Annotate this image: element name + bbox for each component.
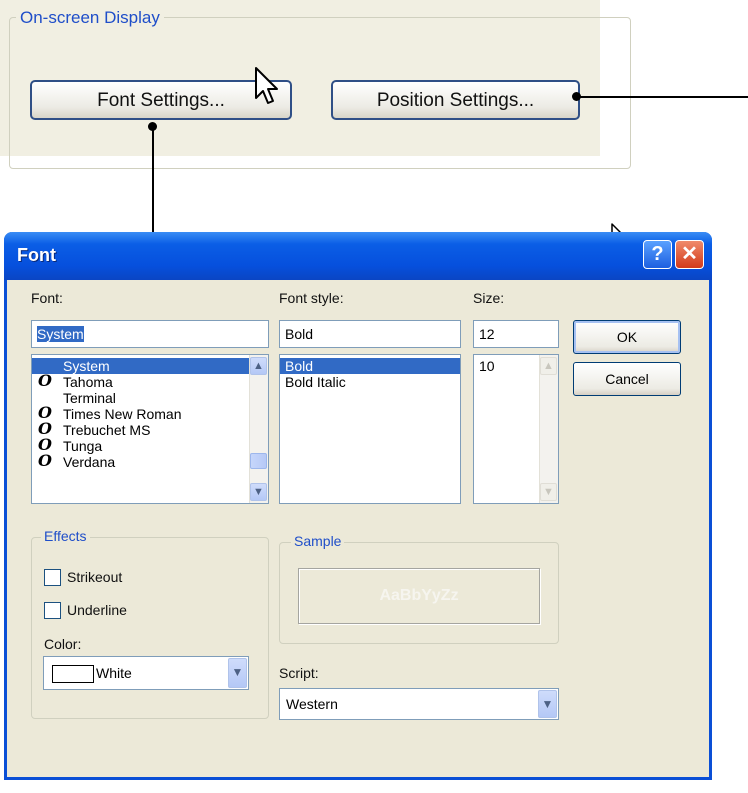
font-list-item[interactable]: O Tunga (32, 437, 268, 455)
font-list-item-label: Trebuchet MS (63, 422, 151, 438)
font-list-item[interactable]: System (32, 358, 268, 374)
underline-checkbox[interactable] (44, 602, 61, 619)
color-label: Color: (44, 636, 82, 652)
font-list-item-label: System (63, 358, 110, 374)
font-dialog: Font ? ✕ Font: System System O Tahoma Termi… (4, 232, 712, 780)
strikeout-label[interactable]: Strikeout (67, 569, 122, 585)
scroll-down-arrow[interactable]: ▼ (250, 483, 267, 501)
sample-preview: AaBbYyZz (298, 568, 540, 624)
chevron-down-icon: ▼ (543, 486, 554, 498)
font-list-item[interactable]: O Trebuchet MS (32, 421, 268, 439)
font-style-label: Font style: (279, 290, 344, 306)
scroll-up-arrow[interactable]: ▲ (250, 357, 267, 375)
color-dropdown-button[interactable]: ▼ (228, 658, 247, 688)
font-list-item-label: Terminal (63, 390, 116, 406)
strikeout-checkbox[interactable] (44, 569, 61, 586)
font-list-item[interactable]: O Times New Roman (32, 405, 268, 423)
font-style-list-item[interactable]: Bold (280, 358, 460, 374)
chevron-up-icon: ▲ (543, 360, 554, 372)
size-list-scrollbar: ▲ ▼ (539, 355, 558, 503)
position-settings-button[interactable]: Position Settings... (331, 80, 580, 120)
font-style-listbox[interactable]: Bold Bold Italic (279, 354, 461, 504)
color-swatch (52, 665, 94, 683)
cancel-button[interactable]: Cancel (573, 362, 681, 396)
close-icon: ✕ (681, 243, 698, 265)
scroll-down-arrow: ▼ (540, 483, 557, 501)
script-value: Western (286, 696, 338, 712)
effects-legend: Effects (41, 528, 90, 544)
color-select[interactable]: White ▼ (43, 656, 249, 690)
font-list-item[interactable]: Terminal (32, 390, 268, 406)
truetype-font-icon: O (38, 451, 52, 470)
chevron-down-icon: ▼ (253, 486, 264, 498)
font-style-input[interactable]: Bold (279, 320, 461, 348)
size-input[interactable]: 12 (473, 320, 559, 348)
help-button[interactable]: ? (643, 240, 672, 269)
close-button[interactable]: ✕ (675, 240, 704, 269)
chevron-down-icon: ▼ (231, 665, 244, 679)
help-icon: ? (651, 243, 664, 265)
font-label: Font: (31, 290, 63, 306)
underline-label[interactable]: Underline (67, 602, 127, 618)
size-label: Size: (473, 290, 505, 306)
font-list-item-label: Tunga (63, 438, 103, 454)
script-select[interactable]: Western ▼ (279, 688, 559, 720)
font-settings-button[interactable]: Font Settings... (30, 80, 292, 120)
font-list-item-label: Verdana (63, 454, 116, 470)
sample-legend: Sample (291, 533, 345, 549)
truetype-font-icon: O (38, 371, 52, 390)
osd-panel: On-screen Display Font Settings... Posit… (0, 0, 631, 169)
font-name-input[interactable]: System (31, 320, 269, 348)
font-list-item[interactable]: O Tahoma (32, 371, 268, 391)
scroll-thumb[interactable] (250, 453, 267, 469)
dialog-title: Font (17, 245, 56, 265)
size-listbox[interactable]: 10 ▲ ▼ (473, 354, 559, 504)
osd-legend: On-screen Display (16, 6, 164, 30)
color-value: White (96, 665, 132, 681)
mouse-cursor-icon (255, 67, 278, 104)
font-style-list-item[interactable]: Bold Italic (280, 374, 460, 390)
callout-line-position (577, 96, 748, 98)
ok-button[interactable]: OK (573, 320, 681, 354)
font-list-item[interactable]: O Verdana (32, 451, 268, 471)
font-name-value: System (37, 326, 84, 342)
script-label: Script: (279, 665, 319, 681)
effects-group (31, 537, 269, 719)
scroll-up-arrow: ▲ (540, 357, 557, 375)
dialog-titlebar[interactable]: Font ? ✕ (4, 232, 712, 280)
chevron-down-icon: ▼ (541, 697, 554, 711)
script-dropdown-button[interactable]: ▼ (538, 690, 557, 718)
font-listbox[interactable]: System O Tahoma Terminal O Times New Roman O Tr… (31, 354, 269, 504)
font-list-item-label: Times New Roman (63, 406, 182, 422)
font-list-item-label: Tahoma (63, 374, 113, 390)
callout-line-font (152, 127, 154, 232)
font-list-scrollbar[interactable]: ▲ ▼ (249, 355, 268, 503)
chevron-up-icon: ▲ (253, 360, 264, 372)
